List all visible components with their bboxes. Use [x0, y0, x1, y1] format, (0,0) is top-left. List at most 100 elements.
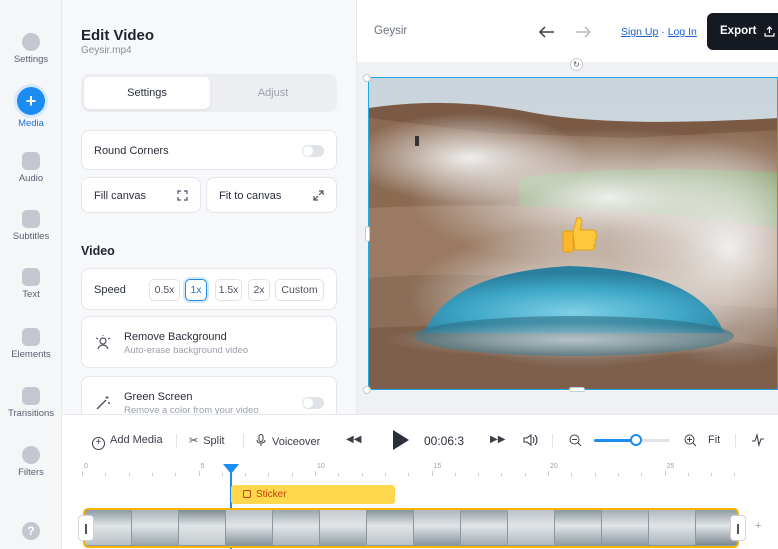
log-in-link[interactable]: Log In — [668, 26, 697, 38]
ruler-tick — [478, 473, 480, 476]
green-screen-toggle[interactable] — [302, 397, 324, 409]
clip-trim-handle-left[interactable] — [78, 515, 94, 541]
speed-1x[interactable]: 1x — [185, 279, 207, 301]
sidebar-item-label: Audio — [18, 173, 44, 184]
magic-wand-icon — [96, 396, 110, 410]
ruler-label: 5 — [200, 463, 205, 470]
sign-up-link[interactable]: Sign Up — [621, 26, 658, 38]
speed-row: Speed 0.5x 1x 1.5x 2x Custom — [81, 268, 337, 310]
remove-background-icon — [95, 335, 111, 350]
export-button[interactable]: Export — [707, 13, 778, 50]
settings-icon — [22, 33, 40, 51]
waveform-icon[interactable] — [751, 433, 765, 447]
sidebar-item-elements[interactable]: Elements — [0, 328, 62, 360]
sidebar-item-transitions[interactable]: Transitions — [0, 387, 62, 419]
fit-to-canvas-label: Fit to canvas — [219, 190, 282, 202]
sidebar-item-label: Media — [18, 118, 44, 129]
voiceover-button[interactable]: Voiceover — [256, 434, 320, 448]
sidebar-item-text[interactable]: Text — [0, 268, 62, 300]
tab-settings[interactable]: Settings — [84, 77, 210, 109]
ruler-tick — [431, 471, 433, 476]
fill-canvas-button[interactable]: Fill canvas — [81, 177, 201, 213]
edit-panel: Edit Video Geysir.mp4 Settings Adjust Ro… — [62, 0, 357, 414]
green-screen-row[interactable]: Green Screen Remove a color from your vi… — [81, 376, 337, 414]
scissors-icon: ✂ — [189, 435, 199, 447]
speed-0-5x[interactable]: 0.5x — [149, 279, 180, 301]
time-ruler[interactable]: 0 5 10 15 20 25 — [82, 463, 738, 476]
resize-handle-left-icon[interactable] — [365, 226, 370, 242]
sidebar-item-subtitles[interactable]: Subtitles — [0, 210, 62, 242]
zoom-in-icon[interactable] — [684, 434, 697, 447]
add-media-button[interactable]: + Add Media — [92, 434, 163, 450]
zoom-out-icon[interactable] — [569, 434, 582, 447]
export-label: Export — [720, 25, 757, 37]
zoom-slider[interactable] — [594, 434, 670, 446]
green-screen-title: Green Screen — [124, 391, 193, 403]
play-icon[interactable] — [393, 430, 409, 450]
speed-1-5x[interactable]: 1.5x — [215, 279, 242, 301]
rotate-handle-icon[interactable]: ↻ — [570, 58, 583, 71]
ruler-tick — [128, 473, 130, 476]
fit-to-canvas-button[interactable]: Fit to canvas — [206, 177, 337, 213]
add-media-label: Add Media — [110, 434, 163, 446]
remove-background-row[interactable]: Remove Background Auto-erase background … — [81, 316, 337, 368]
ruler-label: 25 — [666, 463, 675, 470]
help-icon[interactable]: ? — [22, 522, 40, 540]
ruler-tick — [641, 473, 643, 476]
divider — [176, 434, 177, 448]
sidebar-item-filters[interactable]: Filters — [0, 446, 62, 478]
speed-2x[interactable]: 2x — [248, 279, 270, 301]
microphone-icon — [256, 434, 266, 446]
ruler-tick — [338, 473, 340, 476]
fill-canvas-icon — [177, 190, 188, 201]
sticker-icon — [243, 490, 251, 498]
auth-separator: · — [658, 26, 668, 38]
round-corners-label: Round Corners — [94, 145, 169, 157]
volume-icon[interactable] — [523, 433, 539, 447]
speed-custom[interactable]: Custom — [275, 279, 324, 301]
ruler-tick — [151, 473, 153, 476]
panel-tabs: Settings Adjust — [81, 74, 337, 112]
ruler-tick — [571, 473, 573, 476]
video-preview[interactable] — [368, 77, 778, 390]
split-button[interactable]: ✂ Split — [189, 434, 225, 447]
resize-handle-bottom-left-icon[interactable] — [363, 386, 371, 394]
ruler-tick — [454, 473, 456, 476]
round-corners-row: Round Corners — [81, 130, 337, 170]
ruler-tick — [315, 471, 316, 476]
clip-trim-handle-right[interactable] — [730, 515, 746, 541]
ruler-label: 20 — [550, 463, 558, 470]
fast-forward-icon[interactable]: ▶▶ — [490, 434, 505, 445]
clip-thumbnail — [414, 510, 460, 545]
sticker-track-clip[interactable]: Sticker — [231, 485, 395, 504]
remove-background-subtitle: Auto-erase background video — [124, 345, 249, 356]
ruler-label: 10 — [317, 463, 325, 470]
sidebar-item-media[interactable]: + Media — [0, 87, 62, 129]
add-media-icon: + — [92, 437, 105, 450]
clip-thumbnail — [132, 510, 178, 545]
sidebar-item-label: Filters — [18, 467, 44, 478]
video-track-clip[interactable] — [83, 508, 739, 548]
video-section-title: Video — [81, 244, 115, 258]
sticker-label: Sticker — [256, 489, 287, 500]
sidebar-item-settings[interactable]: Settings — [0, 33, 62, 65]
clip-thumbnail — [367, 510, 413, 545]
resize-handle-bottom-icon[interactable] — [569, 387, 585, 392]
resize-handle-top-left-icon[interactable] — [363, 74, 371, 82]
split-label: Split — [203, 435, 225, 447]
thumbs-up-sticker-icon[interactable] — [559, 214, 599, 258]
filters-icon — [22, 446, 40, 464]
undo-icon[interactable] — [538, 25, 556, 39]
zoom-slider-knob[interactable] — [629, 434, 642, 446]
redo-icon[interactable] — [574, 25, 592, 39]
ruler-label: 15 — [433, 463, 442, 470]
fit-button[interactable]: Fit — [708, 434, 720, 446]
round-corners-toggle[interactable] — [302, 145, 324, 157]
tab-adjust[interactable]: Adjust — [210, 77, 336, 109]
sidebar-item-audio[interactable]: Audio — [0, 152, 62, 184]
project-name[interactable]: Geysir — [374, 25, 407, 37]
divider — [735, 434, 736, 448]
add-clip-icon[interactable]: + — [755, 520, 761, 532]
rewind-icon[interactable]: ◀◀ — [346, 434, 361, 445]
clip-thumbnail — [179, 510, 225, 545]
